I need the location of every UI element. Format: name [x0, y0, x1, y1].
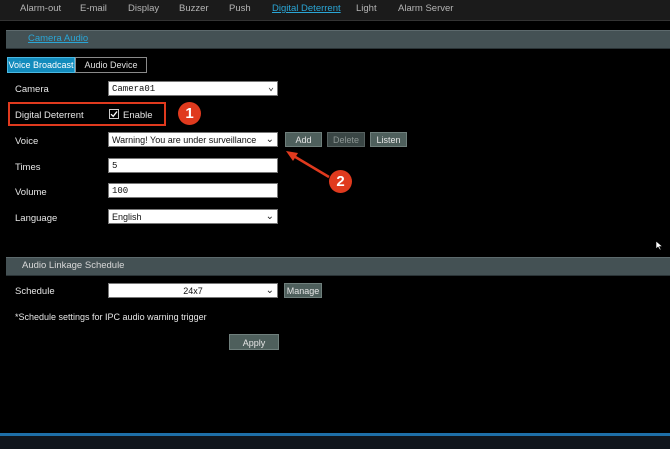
schedule-label: Schedule — [15, 286, 55, 297]
mouse-cursor-icon — [655, 240, 664, 251]
times-label: Times — [15, 162, 41, 173]
chevron-down-icon: ⌄ — [265, 134, 274, 145]
nav-item-buzzer[interactable]: Buzzer — [179, 3, 209, 14]
nav-item-email[interactable]: E-mail — [80, 3, 107, 14]
voice-label: Voice — [15, 136, 39, 147]
bottom-accent-line — [0, 433, 670, 436]
annotation-badge-1: 1 — [178, 102, 201, 125]
voice-select-value: Warning! You are under surveillance — [112, 135, 257, 145]
chevron-down-icon: ⌄ — [265, 211, 274, 222]
schedule-select-value: 24x7 — [183, 286, 203, 296]
voice-select[interactable]: Warning! You are under surveillance ⌄ — [108, 132, 278, 147]
audio-linkage-schedule-title: Audio Linkage Schedule — [22, 260, 125, 271]
chevron-down-icon: ⌄ — [267, 83, 274, 94]
audio-linkage-schedule-section-bar[interactable]: Audio Linkage Schedule — [6, 257, 670, 276]
schedule-select[interactable]: 24x7 ⌄ — [108, 283, 278, 298]
nav-item-digital-deterrent[interactable]: Digital Deterrent — [272, 3, 341, 14]
camera-audio-title[interactable]: Camera Audio — [28, 33, 88, 44]
listen-button[interactable]: Listen — [370, 132, 407, 147]
tab-audio-device[interactable]: Audio Device — [75, 57, 147, 73]
camera-label: Camera — [15, 84, 49, 95]
volume-input[interactable]: 100 — [108, 183, 278, 198]
times-input[interactable]: 5 — [108, 158, 278, 173]
top-nav: Alarm-out E-mail Display Buzzer Push Dig… — [0, 0, 670, 21]
apply-button[interactable]: Apply — [229, 334, 279, 350]
nav-item-display[interactable]: Display — [128, 3, 159, 14]
nav-item-push[interactable]: Push — [229, 3, 251, 14]
camera-audio-section-bar[interactable]: Camera Audio — [6, 30, 670, 49]
language-label: Language — [15, 213, 58, 224]
manage-button[interactable]: Manage — [284, 283, 322, 298]
schedule-note: *Schedule settings for IPC audio warning… — [15, 312, 207, 322]
camera-select-value: Camera01 — [112, 84, 156, 94]
nav-item-alarm-server[interactable]: Alarm Server — [398, 3, 453, 14]
digital-deterrent-highlight — [8, 102, 166, 126]
annotation-arrow — [286, 151, 330, 179]
nav-item-alarm-out[interactable]: Alarm-out — [20, 3, 61, 14]
language-select-value: English — [112, 212, 142, 222]
tab-voice-broadcast[interactable]: Voice Broadcast — [7, 57, 75, 73]
language-select[interactable]: English ⌄ — [108, 209, 278, 224]
volume-label: Volume — [15, 187, 47, 198]
camera-select[interactable]: Camera01 ⌄ — [108, 81, 278, 96]
nav-item-light[interactable]: Light — [356, 3, 377, 14]
chevron-down-icon: ⌄ — [265, 285, 274, 296]
